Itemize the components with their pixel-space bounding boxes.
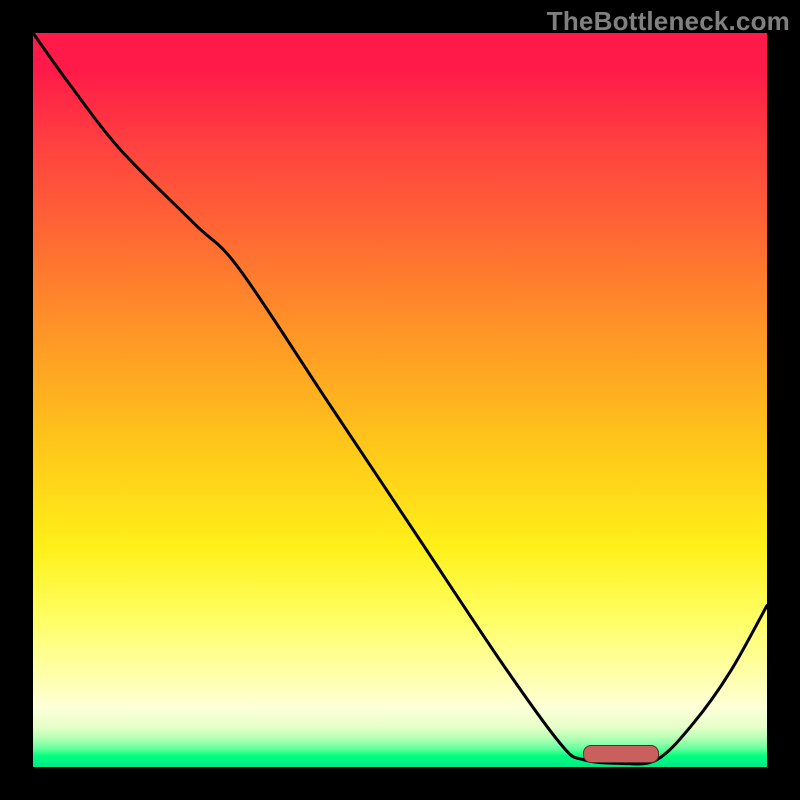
plot-area — [33, 33, 767, 767]
optimal-range-marker — [583, 745, 659, 763]
bottleneck-curve — [33, 33, 767, 767]
chart-frame: TheBottleneck.com — [0, 0, 800, 800]
curve-path — [33, 33, 767, 764]
